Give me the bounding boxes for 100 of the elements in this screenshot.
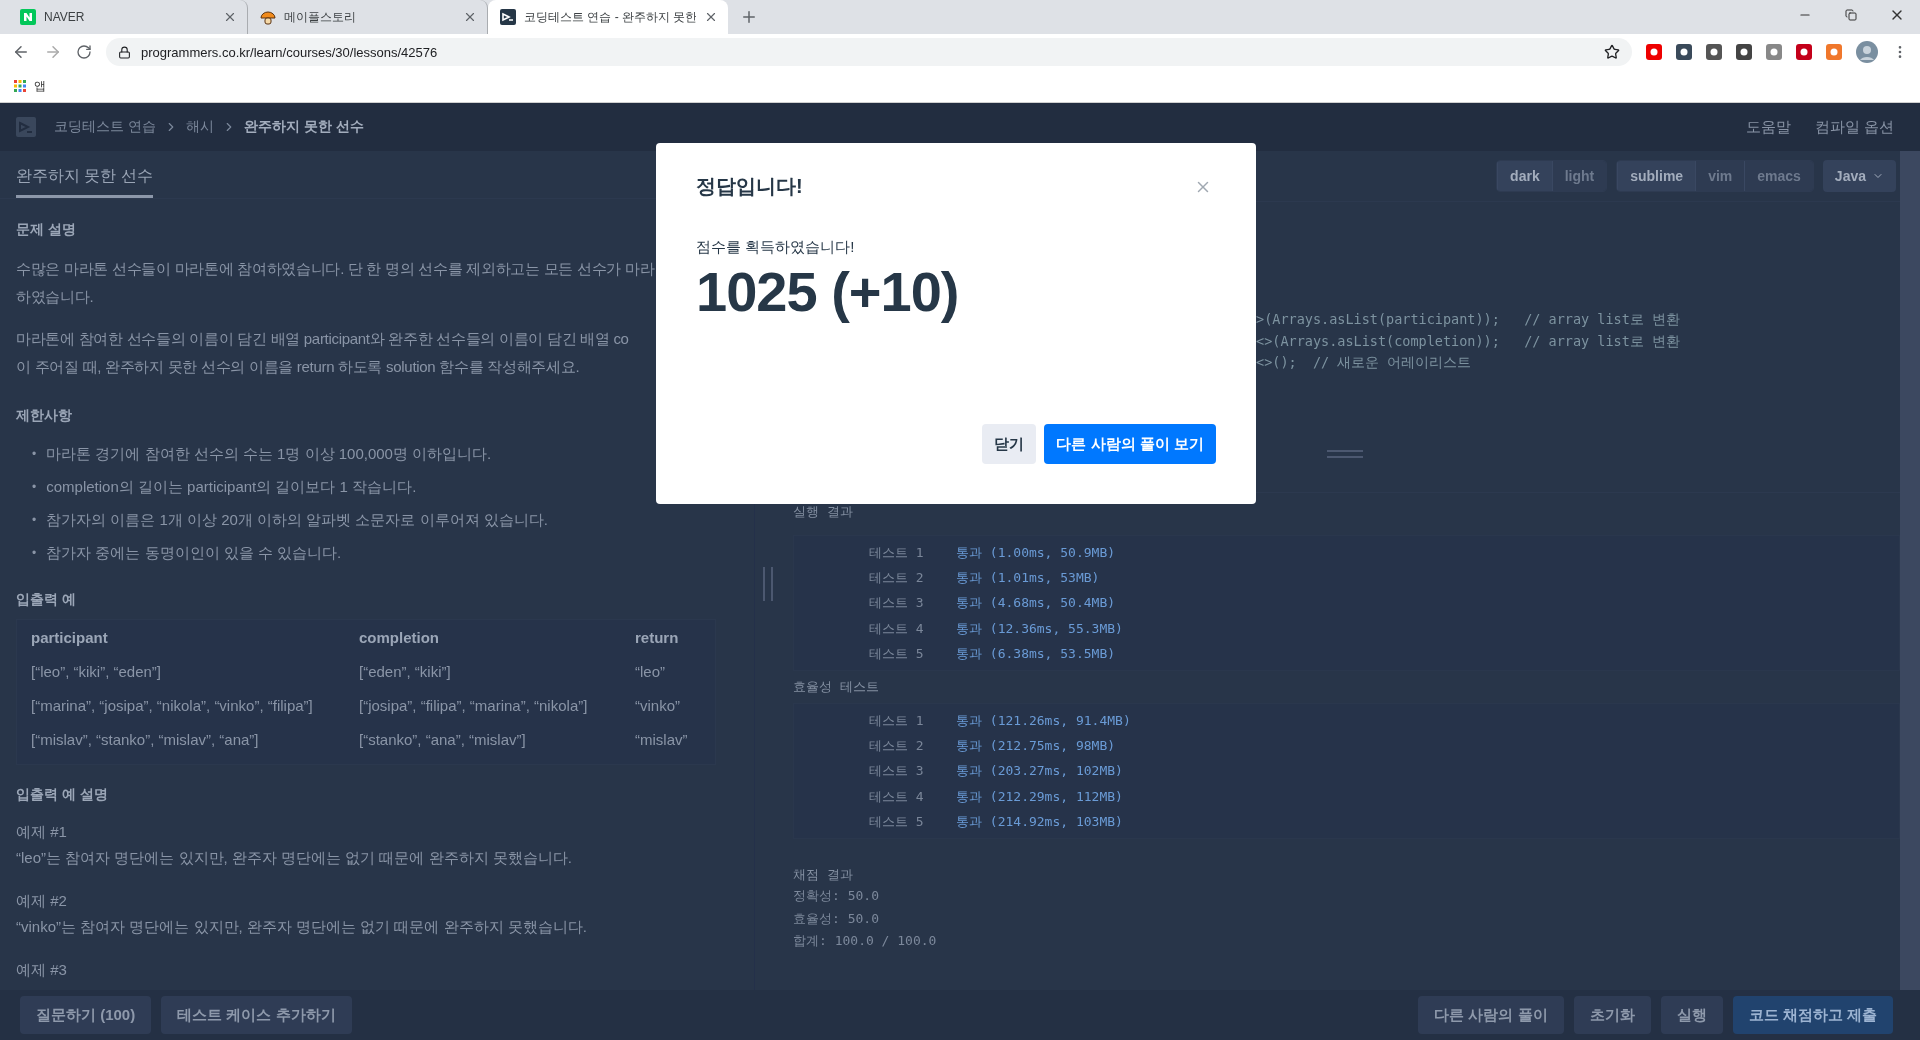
test-result: 통과 (6.38ms, 53.5MB) bbox=[956, 644, 1117, 663]
summary-title: 채점 결과 bbox=[793, 866, 854, 885]
table-cell-text: [“stanko”, “ana”, “mislav”] bbox=[359, 730, 527, 748]
test-result: 통과 (212.75ms, 98MB) bbox=[956, 737, 1117, 756]
bullet-marker: • bbox=[32, 478, 37, 495]
example-text: “leo”는 참여자 명단에는 있지만, 완주자 명단에는 없기 때문에 완주하지 못했습니다. bbox=[16, 848, 573, 868]
close-dialog-button[interactable]: 닫기 bbox=[982, 424, 1037, 464]
section-title: 제한사항 bbox=[16, 406, 73, 425]
column-header: participant bbox=[31, 628, 109, 646]
close-icon[interactable] bbox=[704, 10, 718, 24]
table-cell-text: [“eden”, “kiki”] bbox=[359, 662, 452, 680]
table-cell-text: [“leo”, “kiki”, “eden”] bbox=[31, 662, 163, 680]
bullet-marker: • bbox=[32, 544, 37, 561]
table-cell-text: [“marina”, “josipa”, “nikola”, “vinko”, “filipa”] bbox=[31, 696, 314, 714]
test-result: 통과 (1.00ms, 50.9MB) bbox=[956, 544, 1117, 562]
example-label: 예제 #3 bbox=[16, 960, 68, 980]
toggle-option[interactable]: vim bbox=[1695, 161, 1745, 191]
language-dropdown[interactable]: Java bbox=[1822, 160, 1896, 192]
test-label: 테스트 1 bbox=[869, 712, 925, 730]
dialog-title: 정답입니다! bbox=[696, 174, 803, 199]
constraint-item: completion의 길이는 participant의 길이보다 1 작습니다. bbox=[46, 476, 417, 497]
lock-icon bbox=[118, 45, 131, 59]
constraint-item: 참가자의 이름은 1개 이상 20개 이하의 알파벳 소문자로 이루어져 있습니다. bbox=[46, 509, 548, 530]
example-text: “vinko”는 참여자 명단에는 있지만, 완주자 명단에는 없기 때문에 완주하지 못했습니다. bbox=[16, 917, 588, 937]
example-label: 예제 #2 bbox=[16, 891, 68, 911]
test-result: 통과 (4.68ms, 50.4MB) bbox=[956, 594, 1117, 613]
forward-icon[interactable] bbox=[44, 43, 62, 61]
test-label: 테스트 3 bbox=[869, 594, 925, 613]
summary-line: 합계: 100.0 / 100.0 bbox=[793, 932, 938, 951]
column-header: return bbox=[635, 628, 680, 646]
test-result: 통과 (203.27ms, 102MB) bbox=[956, 762, 1124, 781]
close-icon[interactable] bbox=[223, 10, 237, 24]
breadcrumb-link[interactable]: 해시 bbox=[185, 118, 214, 136]
toggle-option[interactable]: sublime bbox=[1617, 161, 1696, 191]
test-label: 테스트 1 bbox=[869, 544, 925, 562]
test-result: 통과 (212.29ms, 112MB) bbox=[956, 787, 1124, 806]
resize-handle[interactable] bbox=[1327, 449, 1363, 458]
test-label: 테스트 5 bbox=[869, 812, 925, 831]
test-label: 테스트 2 bbox=[869, 737, 925, 756]
footer-button[interactable]: 테스트 케이스 추가하기 bbox=[161, 996, 352, 1034]
test-label: 테스트 5 bbox=[869, 644, 925, 663]
breadcrumb-link[interactable]: 코딩테스트 연습 bbox=[54, 118, 156, 136]
bullet-marker: • bbox=[32, 445, 37, 462]
mushroom-icon bbox=[260, 9, 276, 25]
group-title: 효율성 테스트 bbox=[793, 678, 880, 696]
section-title: 입출력 예 bbox=[16, 590, 77, 609]
test-result: 통과 (214.92ms, 103MB) bbox=[956, 812, 1124, 831]
apps-grid-icon[interactable] bbox=[14, 80, 26, 92]
example-label: 예제 #1 bbox=[16, 822, 68, 842]
description-text: 이 주어질 때, 완주하지 못한 선수의 이름을 return 하도록 solution 함수를 작성해주세요. bbox=[16, 357, 581, 377]
code-line: <>(Arrays.asList(completion)); // array list로 변환 bbox=[1256, 331, 1681, 351]
code-line: <>(); // 새로운 어레이리스트 bbox=[1256, 353, 1473, 372]
test-result: 통과 (12.36ms, 55.3MB) bbox=[956, 619, 1124, 638]
table-cell-text: “mislav” bbox=[635, 730, 689, 748]
description-text: 마라톤에 참여한 선수들의 이름이 담긴 배열 participant와 완주한 선수들의 이름이 담긴 배열 co bbox=[16, 329, 630, 349]
description-text: 수많은 마라톤 선수들이 마라톤에 참여하였습니다. 단 한 명의 선수를 제외하고는 모든 선수가 마라 bbox=[16, 259, 656, 279]
section-title: 입출력 예 설명 bbox=[16, 785, 109, 804]
footer-button[interactable]: 질문하기 (100) bbox=[20, 996, 152, 1034]
avatar-icon[interactable] bbox=[1856, 41, 1878, 63]
table-cell-text: [“mislav”, “stanko”, “mislav”, “ana”] bbox=[31, 730, 260, 748]
column-header: completion bbox=[359, 628, 440, 646]
back-icon[interactable] bbox=[12, 43, 30, 61]
programmers-logo-icon bbox=[500, 9, 516, 25]
footer-button[interactable]: 초기화 bbox=[1573, 996, 1651, 1034]
new-tab-icon[interactable] bbox=[740, 8, 758, 26]
constraint-item: 마라톤 경기에 참여한 선수의 수는 1명 이상 100,000명 이하입니다. bbox=[46, 443, 492, 464]
bookmark-link[interactable]: 앱 bbox=[34, 77, 46, 95]
problem-tab[interactable]: 완주하지 못한 선수 bbox=[16, 166, 153, 198]
code-line: >(Arrays.asList(participant)); // array list로 변환 bbox=[1256, 310, 1681, 329]
summary-line: 효율성: 50.0 bbox=[793, 909, 880, 928]
reload-icon[interactable] bbox=[76, 44, 92, 60]
submit-button[interactable]: 코드 채점하고 제출 bbox=[1732, 996, 1893, 1034]
test-result: 통과 (121.26ms, 91.4MB) bbox=[956, 712, 1132, 730]
constraint-item: 참가자 중에는 동명이인이 있을 수 있습니다. bbox=[46, 542, 342, 563]
summary-line: 정확성: 50.0 bbox=[793, 887, 880, 906]
test-label: 테스트 4 bbox=[869, 787, 925, 806]
test-label: 테스트 2 bbox=[869, 569, 925, 588]
toggle-option[interactable]: dark bbox=[1497, 161, 1552, 191]
toggle-option[interactable]: light bbox=[1551, 161, 1607, 191]
bullet-marker: • bbox=[32, 511, 37, 528]
star-icon[interactable] bbox=[1604, 44, 1620, 60]
table-cell-text: “vinko” bbox=[635, 696, 681, 714]
footer-button[interactable]: 실행 bbox=[1660, 996, 1723, 1034]
breadcrumb-link[interactable]: 완주하지 못한 선수 bbox=[243, 118, 364, 136]
test-label: 테스트 3 bbox=[869, 762, 925, 781]
scrollbar[interactable] bbox=[1900, 151, 1920, 990]
naver-logo-icon bbox=[20, 9, 36, 25]
address-bar[interactable]: programmers.co.kr/learn/courses/30/lessons/42576 bbox=[106, 38, 1632, 66]
test-result: 통과 (1.01ms, 53MB) bbox=[956, 569, 1101, 588]
header-link[interactable]: 컴파일 옵션 bbox=[1814, 117, 1894, 137]
footer-button[interactable]: 다른 사람의 풀이 bbox=[1418, 996, 1564, 1034]
toggle-option[interactable]: emacs bbox=[1744, 161, 1813, 191]
resize-handle[interactable] bbox=[763, 567, 773, 601]
view-solutions-button[interactable]: 다른 사람의 풀이 보기 bbox=[1044, 424, 1216, 464]
table-cell-text: “leo” bbox=[635, 662, 666, 680]
close-icon[interactable] bbox=[463, 10, 477, 24]
header-link[interactable]: 도움말 bbox=[1745, 117, 1791, 137]
test-label: 테스트 4 bbox=[869, 619, 925, 638]
table-cell-text: [“josipa”, “filipa”, “marina”, “nikola”] bbox=[359, 696, 589, 714]
results-title: 실행 결과 bbox=[793, 503, 854, 521]
